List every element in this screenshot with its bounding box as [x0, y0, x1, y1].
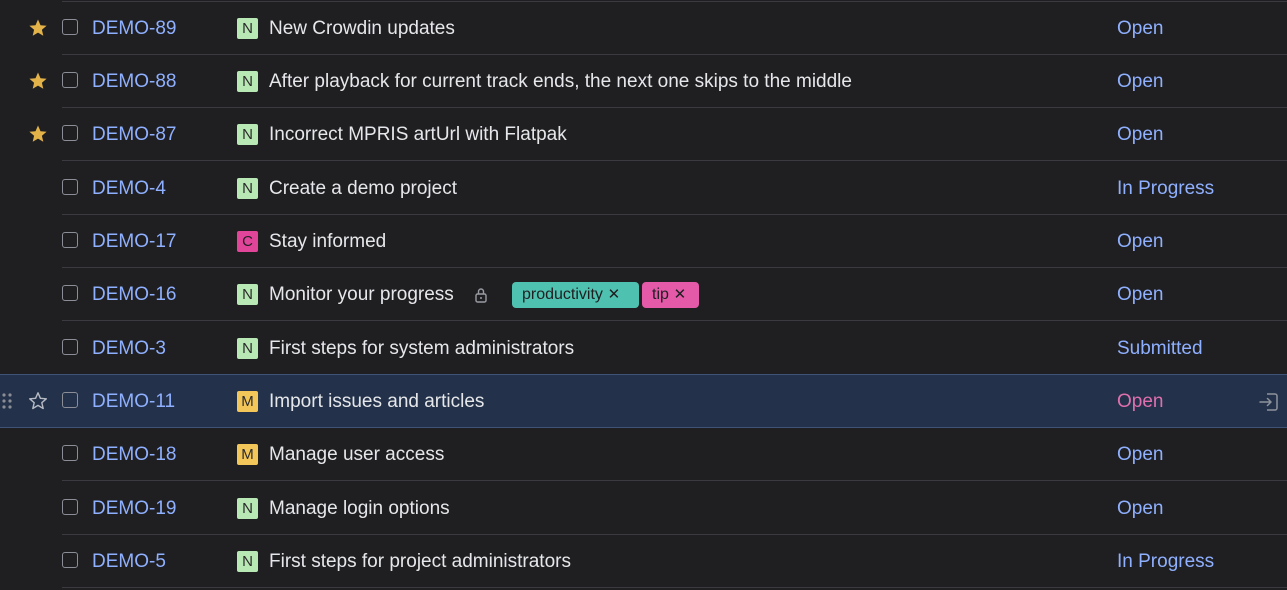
close-icon[interactable]: ✕: [669, 282, 691, 308]
issue-type-badge: N: [237, 178, 258, 199]
issue-type-badge: N: [237, 18, 258, 39]
row-checkbox[interactable]: [62, 125, 78, 141]
tag-label: tip: [652, 286, 669, 303]
row-checkbox[interactable]: [62, 179, 78, 195]
issue-type-badge: N: [237, 551, 258, 572]
open-issue-icon[interactable]: [1258, 391, 1280, 413]
issue-id-link[interactable]: DEMO-18: [92, 444, 176, 466]
tag-tip[interactable]: tip ✕: [642, 282, 699, 308]
issue-summary[interactable]: Stay informed: [269, 231, 386, 253]
issue-type-badge: N: [237, 338, 258, 359]
row-top-divider: [0, 374, 1287, 375]
issue-id-link[interactable]: DEMO-89: [92, 18, 176, 40]
issue-state[interactable]: Open: [1117, 231, 1163, 253]
row-divider: [62, 320, 1287, 321]
tag-label: productivity: [522, 286, 603, 303]
issue-row[interactable]: DEMO-3 N First steps for system administ…: [0, 322, 1287, 375]
issue-row[interactable]: DEMO-5 N First steps for project adminis…: [0, 535, 1287, 588]
issue-type-badge: N: [237, 498, 258, 519]
star-filled-icon[interactable]: [28, 71, 48, 91]
issue-state[interactable]: Open: [1117, 444, 1163, 466]
issue-type-badge: N: [237, 71, 258, 92]
issue-state[interactable]: In Progress: [1117, 178, 1214, 200]
tag-productivity[interactable]: productivity ✕: [512, 282, 639, 308]
row-checkbox[interactable]: [62, 285, 78, 301]
issue-id-link[interactable]: DEMO-4: [92, 178, 166, 200]
issue-summary[interactable]: First steps for system administrators: [269, 338, 574, 360]
issue-state[interactable]: Open: [1117, 18, 1163, 40]
issue-row[interactable]: DEMO-16 N Monitor your progress producti…: [0, 268, 1287, 321]
issue-row[interactable]: DEMO-4 N Create a demo project In Progre…: [0, 162, 1287, 215]
issue-row[interactable]: DEMO-88 N After playback for current tra…: [0, 55, 1287, 108]
issue-state[interactable]: Open: [1117, 124, 1163, 146]
issue-summary[interactable]: Manage user access: [269, 444, 444, 466]
issue-row-selected[interactable]: DEMO-11 M Import issues and articles Ope…: [0, 374, 1287, 428]
issue-list: DEMO-89 N New Crowdin updates Open DEMO-…: [0, 0, 1287, 590]
issue-state[interactable]: Open: [1117, 391, 1163, 413]
issue-id-link[interactable]: DEMO-19: [92, 498, 176, 520]
issue-summary[interactable]: New Crowdin updates: [269, 18, 455, 40]
issue-type-badge: M: [237, 444, 258, 465]
issue-id-link[interactable]: DEMO-16: [92, 284, 176, 306]
star-filled-icon[interactable]: [28, 124, 48, 144]
row-checkbox[interactable]: [62, 339, 78, 355]
row-checkbox[interactable]: [62, 392, 78, 408]
issue-id-link[interactable]: DEMO-3: [92, 338, 166, 360]
issue-summary[interactable]: Create a demo project: [269, 178, 457, 200]
row-checkbox[interactable]: [62, 232, 78, 248]
issue-type-badge: N: [237, 284, 258, 305]
issue-row[interactable]: DEMO-17 C Stay informed Open: [0, 215, 1287, 268]
issue-state[interactable]: Open: [1117, 71, 1163, 93]
row-checkbox[interactable]: [62, 445, 78, 461]
lock-icon: [474, 287, 488, 303]
issue-id-link[interactable]: DEMO-17: [92, 231, 176, 253]
issue-type-badge: N: [237, 124, 258, 145]
issue-state[interactable]: Open: [1117, 284, 1163, 306]
issue-summary[interactable]: Incorrect MPRIS artUrl with Flatpak: [269, 124, 567, 146]
issue-id-link[interactable]: DEMO-87: [92, 124, 176, 146]
issue-type-badge: M: [237, 391, 258, 412]
issue-row[interactable]: DEMO-89 N New Crowdin updates Open: [0, 2, 1287, 55]
issue-summary[interactable]: Manage login options: [269, 498, 450, 520]
row-checkbox[interactable]: [62, 552, 78, 568]
star-filled-icon[interactable]: [28, 18, 48, 38]
row-checkbox[interactable]: [62, 499, 78, 515]
issue-id-link[interactable]: DEMO-88: [92, 71, 176, 93]
issue-row[interactable]: DEMO-19 N Manage login options Open: [0, 482, 1287, 535]
issue-type-badge: C: [237, 231, 258, 252]
issue-id-link[interactable]: DEMO-11: [92, 391, 175, 413]
issue-summary[interactable]: Monitor your progress: [269, 284, 454, 306]
row-divider: [62, 160, 1287, 161]
issue-summary[interactable]: First steps for project administrators: [269, 551, 571, 573]
issue-row[interactable]: DEMO-18 M Manage user access Open: [0, 428, 1287, 481]
row-divider: [62, 480, 1287, 481]
drag-handle-icon[interactable]: [1, 392, 13, 410]
issue-summary[interactable]: After playback for current track ends, t…: [269, 71, 852, 93]
close-icon[interactable]: ✕: [603, 282, 625, 308]
row-divider: [62, 587, 1287, 588]
issue-state[interactable]: Submitted: [1117, 338, 1203, 360]
issue-state[interactable]: Open: [1117, 498, 1163, 520]
row-checkbox[interactable]: [62, 19, 78, 35]
issue-row[interactable]: DEMO-87 N Incorrect MPRIS artUrl with Fl…: [0, 108, 1287, 161]
issue-summary[interactable]: Import issues and articles: [269, 391, 484, 413]
row-checkbox[interactable]: [62, 72, 78, 88]
issue-id-link[interactable]: DEMO-5: [92, 551, 166, 573]
issue-state[interactable]: In Progress: [1117, 551, 1214, 573]
star-outline-icon[interactable]: [28, 391, 48, 411]
